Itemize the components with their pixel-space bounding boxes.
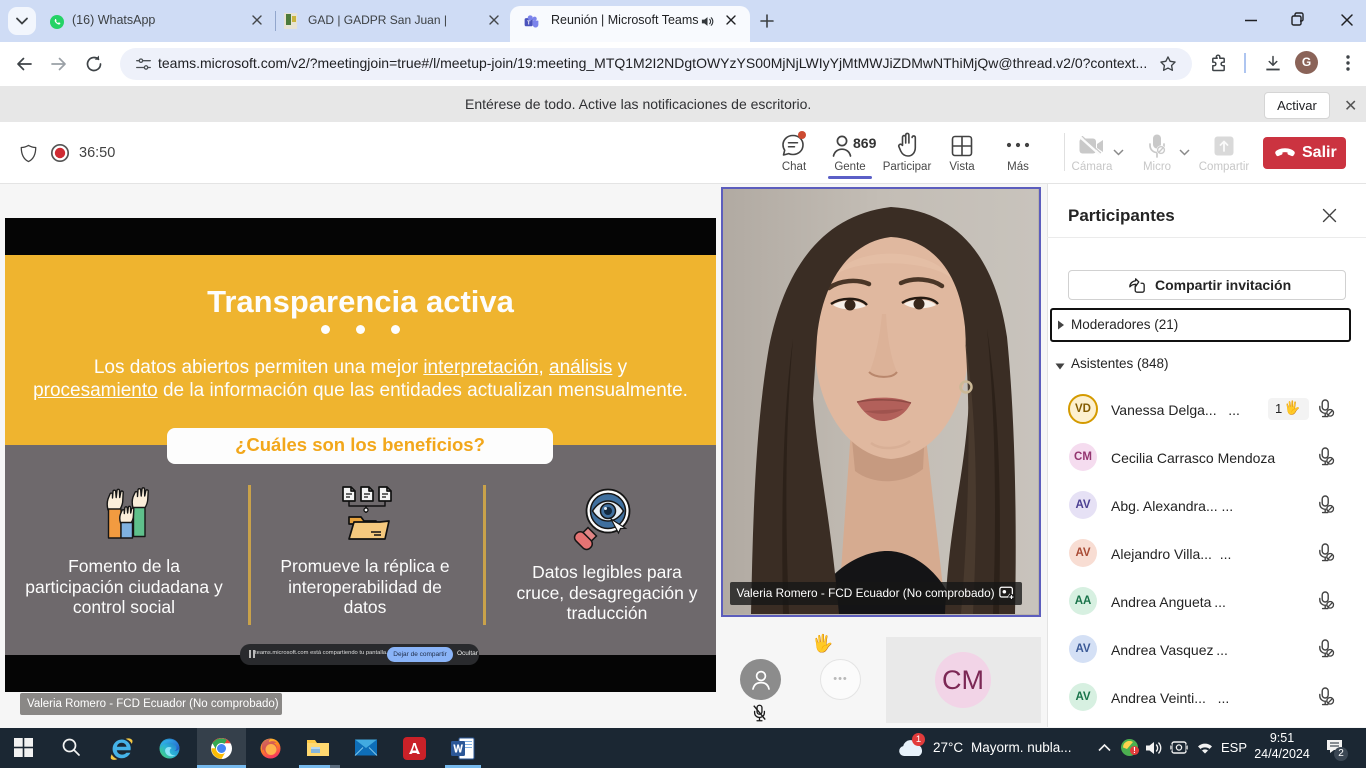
svg-text:T: T xyxy=(527,21,531,27)
